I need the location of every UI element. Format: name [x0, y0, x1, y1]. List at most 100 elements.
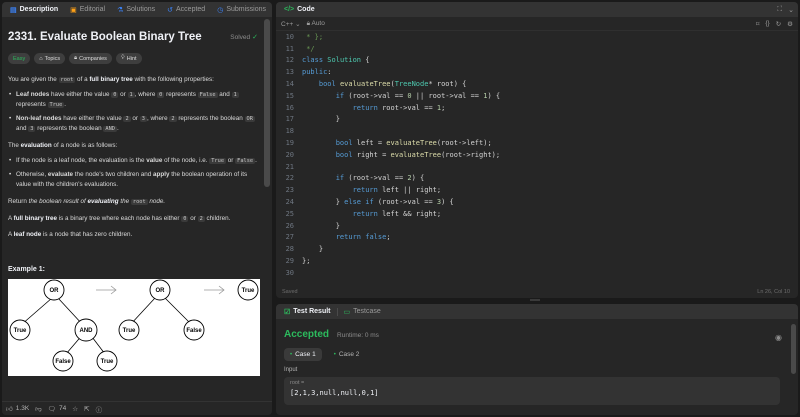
inline-code: 2: [169, 116, 177, 123]
problem-title[interactable]: 2331. Evaluate Boolean Binary Tree: [8, 31, 202, 43]
code-line[interactable]: 14 bool evaluateTree(TreeNode* root) {: [276, 78, 798, 90]
bookmark-icon[interactable]: ⌑: [756, 20, 759, 28]
tab-accepted[interactable]: ↺ Accepted: [163, 2, 209, 17]
star-icon[interactable]: ☆: [72, 405, 78, 413]
reset-icon[interactable]: ↻: [776, 20, 781, 28]
lock-icon: 🔒︎: [74, 55, 78, 61]
code-line[interactable]: 19 bool left = evaluateTree(root->left);: [276, 137, 798, 149]
language-select[interactable]: C++ ⌄: [281, 20, 301, 28]
line-number: 10: [285, 32, 294, 41]
inline-code: 2: [123, 116, 131, 123]
bold-text: full binary tree: [89, 76, 133, 83]
tree-node-label: True: [123, 328, 136, 334]
tab-test-result[interactable]: ☑ Test Result: [280, 304, 335, 319]
inline-code: 1: [127, 91, 135, 98]
companies-chip[interactable]: 🔒︎ Companies: [69, 53, 112, 64]
language-label: C++: [281, 20, 294, 28]
description-scrollbar[interactable]: [264, 19, 270, 187]
properties-list: Leaf nodes have either the value 0 or 1,…: [8, 90, 258, 134]
editor-actions: ⌑ {} ↻ ⚙: [756, 20, 793, 28]
dislike-button[interactable]: 👎︎: [35, 405, 42, 413]
code-line[interactable]: 16 return root->val == 1;: [276, 102, 798, 114]
code-line[interactable]: 25 return left && right;: [276, 208, 798, 220]
code-line[interactable]: 12 class Solution {: [276, 55, 798, 67]
line-number: 23: [285, 186, 294, 195]
code-line[interactable]: 20 bool right = evaluateTree(root->right…: [276, 149, 798, 161]
code-line[interactable]: 30: [276, 267, 798, 279]
braces-icon[interactable]: {}: [765, 20, 769, 28]
desc-paragraph-4: A full binary tree is a binary tree wher…: [8, 214, 258, 224]
inline-code: True: [47, 101, 65, 108]
pass-dot-icon: •: [290, 351, 293, 358]
tab-code[interactable]: </> Code: [280, 2, 319, 17]
text: and: [16, 125, 29, 132]
tree-node-label: OR: [50, 288, 60, 294]
history-icon: ↺: [167, 6, 174, 14]
settings-icon[interactable]: ⚙: [787, 20, 793, 28]
code-line[interactable]: 21: [276, 161, 798, 173]
line-number: 25: [285, 209, 294, 218]
code-line[interactable]: 15 if (root->val == 0 || root->val == 1)…: [276, 90, 798, 102]
book-icon: ▣: [70, 6, 77, 14]
case-tab-2[interactable]: • Case 2: [328, 348, 366, 361]
example-title: Example 1:: [8, 266, 45, 273]
code-line[interactable]: 17 }: [276, 114, 798, 126]
bold-text: evaluation: [20, 141, 52, 149]
list-item: Non-leaf nodes have either the value 2 o…: [8, 114, 258, 134]
inline-code: True: [209, 157, 227, 164]
comments-button[interactable]: 🗨︎ 74: [48, 405, 67, 413]
desc-paragraph-2: The evaluation of a node is as follows:: [8, 141, 258, 151]
text: is a node that has zero children.: [41, 231, 133, 239]
code-text: bool left = evaluateTree(root->left);: [335, 139, 492, 148]
tab-editorial[interactable]: ▣ Editorial: [66, 2, 109, 17]
share-icon[interactable]: ⇱: [84, 405, 89, 413]
save-status: Saved: [282, 289, 298, 295]
code-line[interactable]: 11 */: [276, 43, 798, 55]
text: or: [118, 90, 128, 98]
tab-testcase[interactable]: ▭ Testcase: [340, 304, 385, 319]
line-number: 29: [285, 257, 294, 266]
bold-text: Non-leaf nodes: [16, 115, 62, 123]
case-tab-1[interactable]: • Case 1: [284, 348, 322, 361]
result-tabbar: ☑ Test Result ▭ Testcase: [276, 304, 798, 319]
text: of a: [75, 76, 90, 83]
code-text: if (root->val == 0 || root->val == 1) {: [335, 91, 501, 100]
like-button[interactable]: 👍︎ 1.3K: [6, 405, 29, 413]
hint-chip[interactable]: 💡︎ Hint: [115, 53, 142, 64]
code-line[interactable]: 26 }: [276, 220, 798, 232]
help-icon[interactable]: ⓘ: [96, 404, 103, 414]
tab-submissions[interactable]: ◷ Submissions: [213, 2, 270, 17]
tag-icon: ⌂: [39, 55, 43, 62]
code-line[interactable]: 10 * };: [276, 31, 798, 43]
code-line[interactable]: 22 if (root->val == 2) {: [276, 173, 798, 185]
maximize-icon[interactable]: ⛶: [777, 6, 782, 14]
code-line[interactable]: 28 }: [276, 243, 798, 255]
tab-description[interactable]: ▤ Description: [6, 2, 62, 17]
code-text: * };: [302, 32, 324, 41]
code-line[interactable]: 27 return false;: [276, 232, 798, 244]
tab-submissions-label: Submissions: [226, 6, 266, 13]
description-panel: ▤ Description ▣ Editorial ⚗ Solutions ↺ …: [2, 2, 272, 415]
code-line[interactable]: 23 return left || right;: [276, 184, 798, 196]
inline-code: AND: [103, 126, 117, 132]
panel-resize-handle[interactable]: [530, 299, 540, 301]
tag-chips: Easy ⌂ Topics 🔒︎ Companies 💡︎ Hint: [8, 53, 258, 64]
eye-icon[interactable]: ◉: [775, 333, 782, 342]
line-number: 24: [285, 198, 294, 207]
code-line[interactable]: 13 public:: [276, 66, 798, 78]
tab-solutions[interactable]: ⚗ Solutions: [113, 2, 159, 17]
code-line[interactable]: 18: [276, 125, 798, 137]
topics-chip[interactable]: ⌂ Topics: [34, 53, 66, 64]
code-line[interactable]: 24 } else if (root->val == 3) {: [276, 196, 798, 208]
input-value-box: root = [2,1,3,null,null,0,1]: [284, 377, 780, 405]
code-editor[interactable]: 10 * }; 11 */12 class Solution {13 public: 1…: [276, 31, 798, 288]
text: of the node, i.e.: [162, 156, 210, 164]
result-scrollbar[interactable]: [791, 324, 796, 374]
auto-mode-toggle[interactable]: 🔒︎ Auto: [307, 20, 325, 28]
collapse-icon[interactable]: ⌄: [788, 6, 794, 14]
difficulty-chip[interactable]: Easy: [8, 53, 31, 64]
text: children.: [204, 214, 231, 222]
code-line[interactable]: 29};: [276, 255, 798, 267]
code-window-controls: ⛶ ⌄: [777, 6, 794, 14]
line-number: 11: [285, 44, 294, 53]
